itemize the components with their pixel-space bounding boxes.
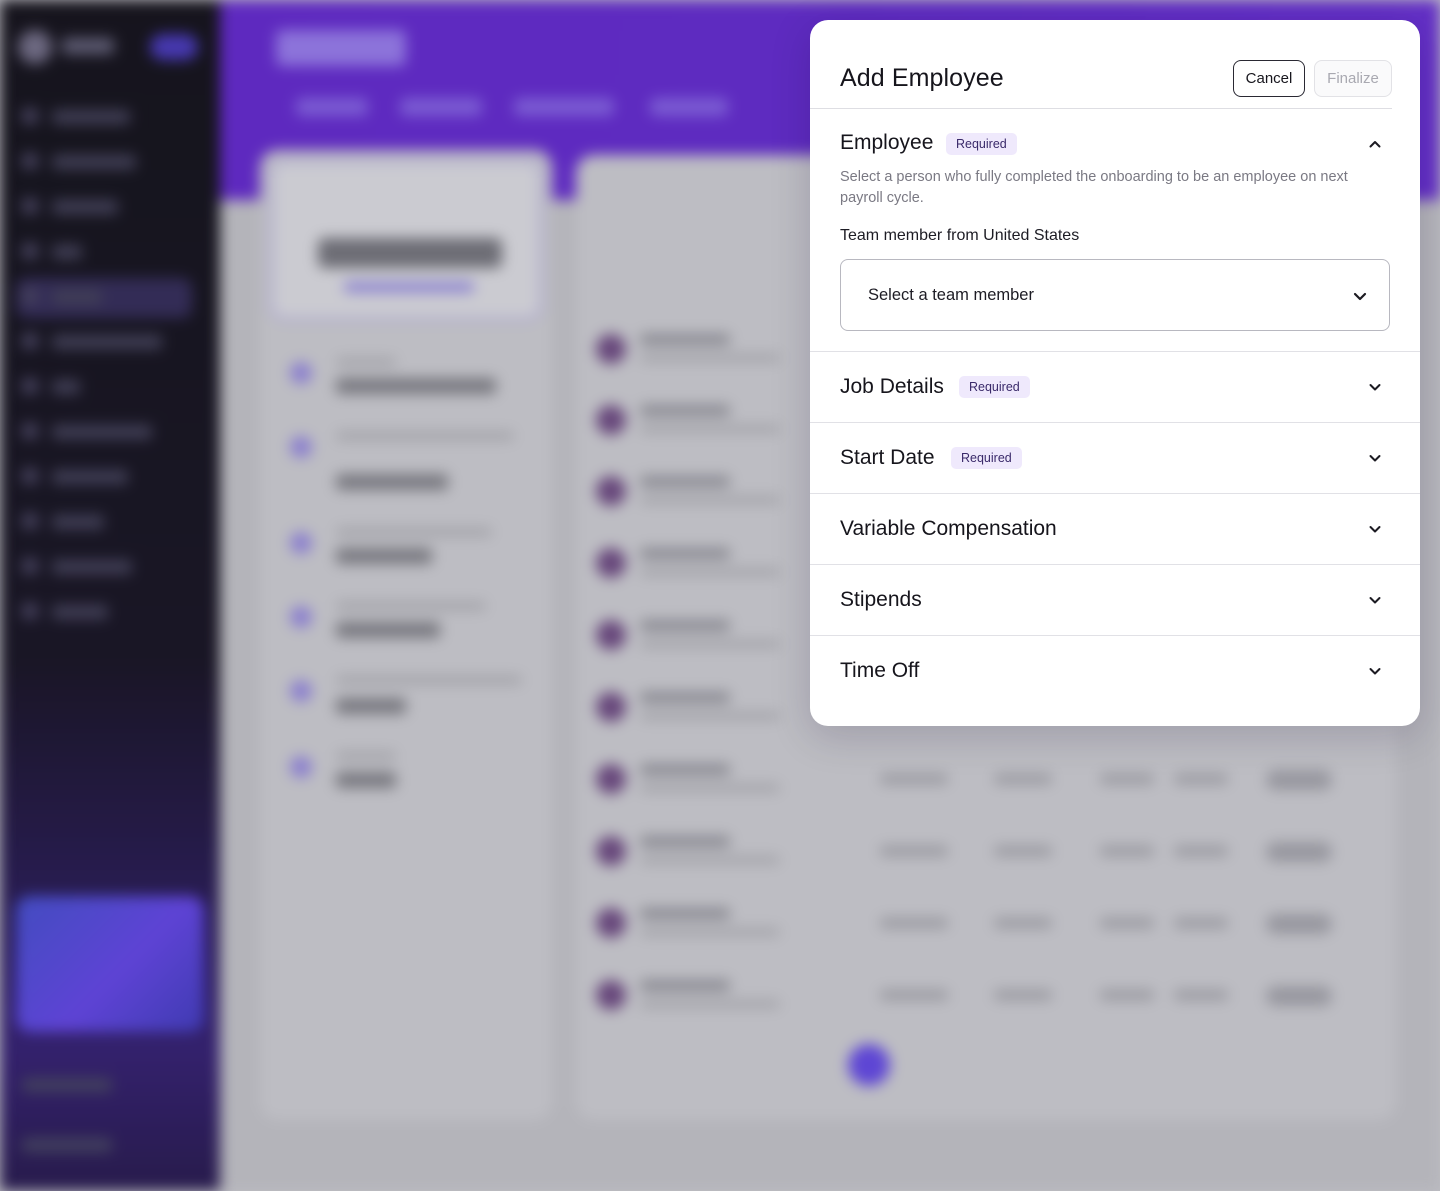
chevron-down-icon[interactable] [1367,663,1383,679]
section-job-details[interactable]: Job Details Required [810,352,1420,423]
section-employee: Employee Required Select a person who fu… [810,109,1420,352]
section-title: Start Date [840,446,935,469]
required-badge: Required [951,447,1022,469]
finalize-button[interactable]: Finalize [1314,60,1392,97]
section-title: Variable Compensation [840,517,1057,540]
section-stipends[interactable]: Stipends [810,565,1420,636]
section-title: Stipends [840,588,922,611]
section-title: Time Off [840,659,920,682]
required-badge: Required [959,376,1030,398]
section-time-off[interactable]: Time Off [810,636,1420,726]
chevron-down-icon[interactable] [1367,379,1383,395]
team-member-select[interactable]: Select a team member [840,259,1390,331]
chevron-down-icon[interactable] [1367,521,1383,537]
required-badge: Required [946,133,1017,155]
section-description: Select a person who fully completed the … [840,169,1348,206]
section-title[interactable]: Employee [840,131,933,155]
chevron-down-icon [1353,292,1367,301]
modal-title: Add Employee [840,64,1004,92]
chevron-up-icon[interactable] [1367,136,1383,152]
chevron-down-icon[interactable] [1367,592,1383,608]
add-employee-modal: Add Employee Cancel Finalize Employee Re… [810,20,1420,726]
chevron-down-icon[interactable] [1367,450,1383,466]
section-variable-compensation[interactable]: Variable Compensation [810,494,1420,565]
team-member-select-placeholder: Select a team member [868,286,1034,304]
team-member-label: Team member from United States [840,227,1080,244]
section-start-date[interactable]: Start Date Required [810,423,1420,494]
cancel-button[interactable]: Cancel [1233,60,1305,97]
section-title: Job Details [840,375,944,398]
